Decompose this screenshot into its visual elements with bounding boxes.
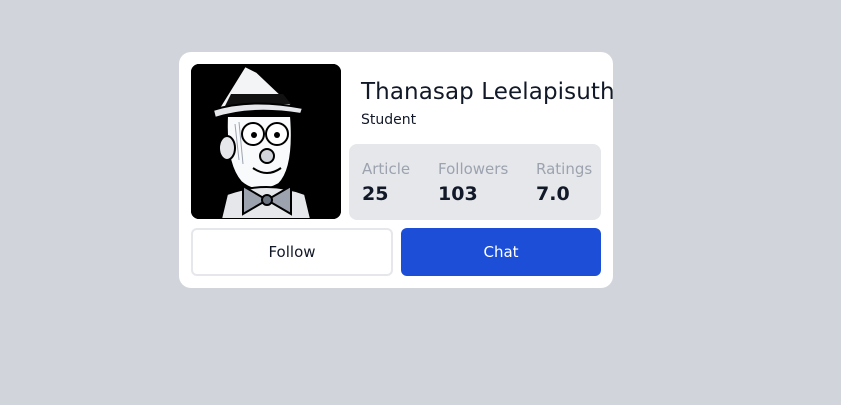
stat-value: 25 [362, 183, 389, 205]
stat-label: Ratings [536, 160, 593, 178]
stat-ratings: Ratings 7.0 [536, 160, 592, 205]
stat-followers: Followers 103 [438, 160, 508, 205]
profile-name: Thanasap Leelapisuth [361, 79, 615, 105]
profile-card: Thanasap Leelapisuth Student Article 25 … [179, 52, 615, 288]
follow-button[interactable]: Follow [191, 228, 393, 276]
profile-role: Student [361, 112, 417, 128]
stat-value: 103 [438, 183, 478, 205]
stat-label: Article [362, 160, 411, 178]
avatar-image [191, 64, 341, 219]
stat-value: 7.0 [536, 183, 570, 205]
stat-article: Article 25 [362, 160, 410, 205]
avatar [191, 64, 341, 219]
chat-button[interactable]: Chat [401, 228, 601, 276]
stats-panel: Article 25 Followers 103 Ratings 7.0 [349, 144, 601, 220]
stat-label: Followers [438, 160, 509, 178]
